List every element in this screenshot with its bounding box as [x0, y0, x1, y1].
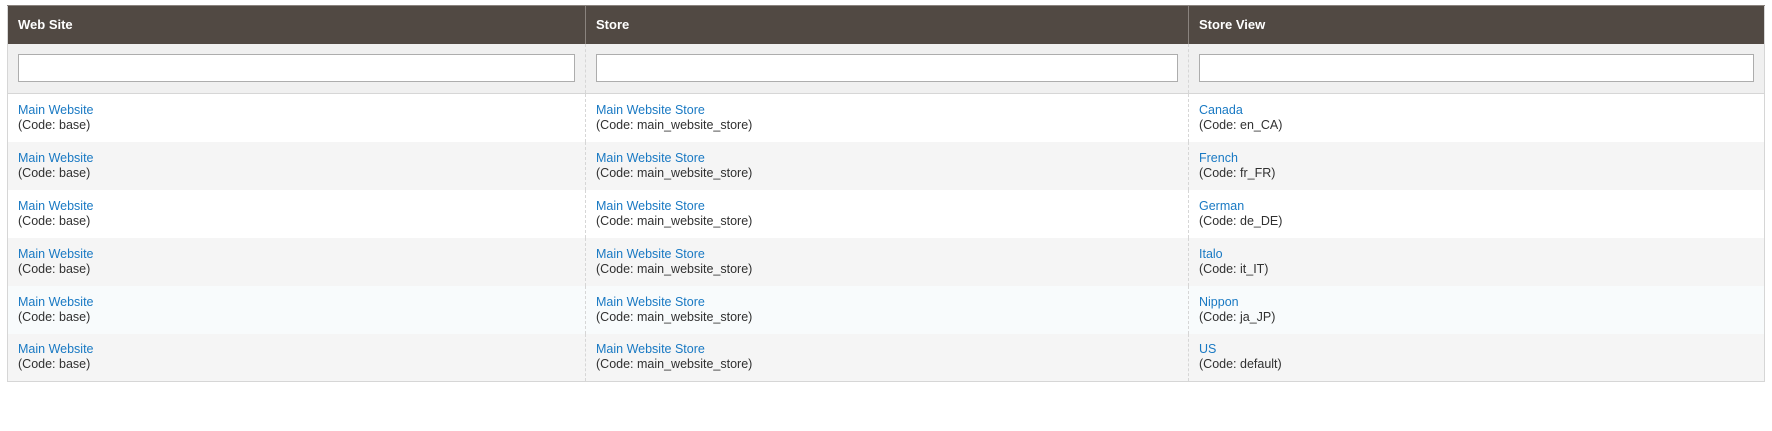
store-view-filter-input[interactable]: [1199, 54, 1754, 83]
store-view-code: (Code: en_CA): [1199, 117, 1283, 132]
store-code: (Code: main_website_store): [596, 357, 753, 372]
store-view-cell: German (Code: de_DE): [1188, 189, 1765, 238]
website-code: (Code: base): [18, 117, 91, 132]
store-code: (Code: main_website_store): [596, 165, 753, 180]
stores-grid: Web Site Store Store View Main Website (…: [7, 5, 1765, 382]
store-link[interactable]: Main Website Store: [596, 151, 1178, 166]
website-link[interactable]: Main Website: [18, 247, 575, 262]
store-link[interactable]: Main Website Store: [596, 295, 1178, 310]
store-link[interactable]: Main Website Store: [596, 199, 1178, 214]
filter-row: [7, 43, 1765, 94]
table-row: Main Website (Code: base) Main Website S…: [7, 237, 1765, 286]
column-header-website[interactable]: Web Site: [7, 5, 586, 44]
website-code: (Code: base): [18, 213, 91, 228]
store-cell: Main Website Store (Code: main_website_s…: [585, 237, 1189, 286]
store-view-link[interactable]: French: [1199, 151, 1754, 166]
store-cell: Main Website Store (Code: main_website_s…: [585, 141, 1189, 190]
store-view-cell: French (Code: fr_FR): [1188, 141, 1765, 190]
store-filter-input[interactable]: [596, 54, 1178, 83]
table-row: Main Website (Code: base) Main Website S…: [7, 189, 1765, 238]
store-view-cell: Italo (Code: it_IT): [1188, 237, 1765, 286]
header-row: Web Site Store Store View: [7, 5, 1765, 44]
store-view-link[interactable]: German: [1199, 199, 1754, 214]
store-view-code: (Code: ja_JP): [1199, 309, 1276, 324]
store-view-link[interactable]: Canada: [1199, 103, 1754, 118]
store-link[interactable]: Main Website Store: [596, 103, 1178, 118]
website-cell: Main Website (Code: base): [7, 93, 586, 142]
store-view-code: (Code: it_IT): [1199, 261, 1269, 276]
store-view-link[interactable]: Italo: [1199, 247, 1754, 262]
website-link[interactable]: Main Website: [18, 342, 575, 357]
store-view-code: (Code: fr_FR): [1199, 165, 1276, 180]
website-code: (Code: base): [18, 309, 91, 324]
store-cell: Main Website Store (Code: main_website_s…: [585, 285, 1189, 334]
store-view-link[interactable]: US: [1199, 342, 1754, 357]
website-filter-input[interactable]: [18, 54, 575, 83]
store-view-code: (Code: de_DE): [1199, 213, 1283, 228]
filter-cell-store-view: [1188, 43, 1765, 94]
column-header-store-view[interactable]: Store View: [1188, 5, 1765, 44]
filter-cell-website: [7, 43, 586, 94]
table-row: Main Website (Code: base) Main Website S…: [7, 285, 1765, 334]
filter-cell-store: [585, 43, 1189, 94]
website-code: (Code: base): [18, 261, 91, 276]
table-row: Main Website (Code: base) Main Website S…: [7, 333, 1765, 382]
website-link[interactable]: Main Website: [18, 151, 575, 166]
table-row: Main Website (Code: base) Main Website S…: [7, 141, 1765, 190]
website-link[interactable]: Main Website: [18, 103, 575, 118]
stores-table: Web Site Store Store View Main Website (…: [7, 5, 1765, 382]
website-link[interactable]: Main Website: [18, 199, 575, 214]
store-cell: Main Website Store (Code: main_website_s…: [585, 93, 1189, 142]
store-cell: Main Website Store (Code: main_website_s…: [585, 189, 1189, 238]
website-cell: Main Website (Code: base): [7, 237, 586, 286]
website-cell: Main Website (Code: base): [7, 333, 586, 382]
store-view-code: (Code: default): [1199, 357, 1282, 372]
website-cell: Main Website (Code: base): [7, 189, 586, 238]
store-link[interactable]: Main Website Store: [596, 247, 1178, 262]
website-cell: Main Website (Code: base): [7, 141, 586, 190]
store-code: (Code: main_website_store): [596, 117, 753, 132]
website-cell: Main Website (Code: base): [7, 285, 586, 334]
store-view-cell: Nippon (Code: ja_JP): [1188, 285, 1765, 334]
store-view-link[interactable]: Nippon: [1199, 295, 1754, 310]
store-view-cell: Canada (Code: en_CA): [1188, 93, 1765, 142]
column-header-store[interactable]: Store: [585, 5, 1189, 44]
store-code: (Code: main_website_store): [596, 309, 753, 324]
table-row: Main Website (Code: base) Main Website S…: [7, 93, 1765, 142]
website-link[interactable]: Main Website: [18, 295, 575, 310]
store-code: (Code: main_website_store): [596, 261, 753, 276]
store-code: (Code: main_website_store): [596, 213, 753, 228]
store-cell: Main Website Store (Code: main_website_s…: [585, 333, 1189, 382]
store-link[interactable]: Main Website Store: [596, 342, 1178, 357]
website-code: (Code: base): [18, 165, 91, 180]
website-code: (Code: base): [18, 357, 91, 372]
store-view-cell: US (Code: default): [1188, 333, 1765, 382]
